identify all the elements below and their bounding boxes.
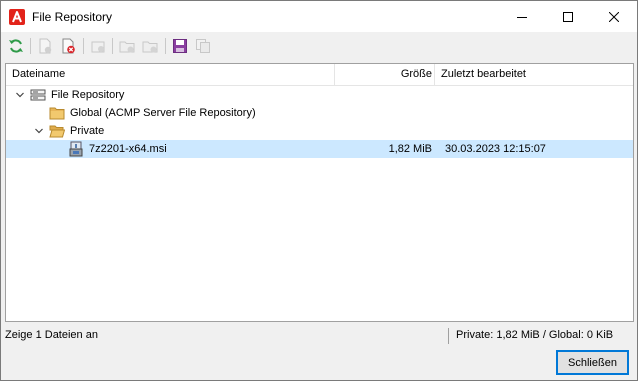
toolbar-separator xyxy=(112,38,113,54)
add-file-button[interactable] xyxy=(35,36,55,56)
status-divider xyxy=(448,328,449,344)
delete-folder-icon xyxy=(142,41,158,53)
save-button[interactable] xyxy=(170,36,190,56)
file-properties-button[interactable] xyxy=(88,36,108,56)
tree-row-global[interactable]: Global (ACMP Server File Repository) xyxy=(6,104,633,122)
add-folder-button[interactable] xyxy=(117,36,137,56)
column-header-row: Dateiname Größe Zuletzt bearbeitet xyxy=(6,64,633,86)
save-icon xyxy=(173,39,187,53)
toolbar xyxy=(1,32,637,60)
tree-label-root: File Repository xyxy=(51,89,125,101)
file-repository-window: File Repository Dateiname Größe Zuletzt … xyxy=(0,0,638,381)
tree-label-private: Private xyxy=(70,125,105,137)
minimize-button[interactable] xyxy=(499,1,545,32)
folder-open-icon xyxy=(49,123,66,139)
tree-row-root[interactable]: File Repository xyxy=(6,86,633,104)
status-file-count: Zeige 1 Dateien an xyxy=(5,329,98,341)
close-window-button[interactable] xyxy=(591,1,637,32)
toolbar-separator xyxy=(83,38,84,54)
copy-icon xyxy=(196,39,210,53)
delete-file-button[interactable] xyxy=(58,36,78,56)
add-folder-icon xyxy=(119,41,135,53)
refresh-button[interactable] xyxy=(6,36,26,56)
column-header-modified[interactable]: Zuletzt bearbeitet xyxy=(441,64,526,85)
status-storage-summary: Private: 1,82 MiB / Global: 0 KiB xyxy=(456,329,614,341)
chevron-down-icon[interactable] xyxy=(33,125,45,137)
acmp-logo-icon xyxy=(9,9,25,25)
toolbar-separator xyxy=(165,38,166,54)
copy-button[interactable] xyxy=(193,36,213,56)
tree-row-private[interactable]: Private xyxy=(6,122,633,140)
delete-folder-button[interactable] xyxy=(140,36,160,56)
close-dialog-button[interactable]: Schließen xyxy=(556,350,629,375)
window-title: File Repository xyxy=(32,10,113,24)
toolbar-separator xyxy=(30,38,31,54)
title-bar[interactable]: File Repository xyxy=(1,1,637,32)
file-properties-icon xyxy=(91,41,105,53)
tree-label-global: Global (ACMP Server File Repository) xyxy=(70,107,256,119)
maximize-icon xyxy=(563,11,573,22)
msi-installer-icon xyxy=(68,141,84,157)
file-modified: 30.03.2023 12:15:07 xyxy=(445,143,546,155)
minimize-icon xyxy=(517,16,527,18)
server-icon xyxy=(30,87,46,103)
column-header-name[interactable]: Dateiname xyxy=(12,64,65,85)
tree-row-file[interactable]: 7z2201-x64.msi 1,82 MiB 30.03.2023 12:15… xyxy=(6,140,633,158)
column-divider[interactable] xyxy=(434,64,435,85)
column-divider[interactable] xyxy=(334,64,335,85)
refresh-icon xyxy=(9,39,23,53)
delete-file-icon xyxy=(62,38,75,54)
add-file-icon xyxy=(39,38,52,54)
column-header-size[interactable]: Größe xyxy=(336,64,432,85)
file-tree-list[interactable]: Dateiname Größe Zuletzt bearbeitet File … xyxy=(5,63,634,322)
folder-icon xyxy=(49,105,65,121)
file-name: 7z2201-x64.msi xyxy=(89,143,167,155)
file-size: 1,82 MiB xyxy=(388,143,432,155)
close-icon xyxy=(609,11,619,22)
status-bar: Zeige 1 Dateien an Private: 1,82 MiB / G… xyxy=(1,325,637,345)
maximize-button[interactable] xyxy=(545,1,591,32)
chevron-down-icon[interactable] xyxy=(14,89,26,101)
